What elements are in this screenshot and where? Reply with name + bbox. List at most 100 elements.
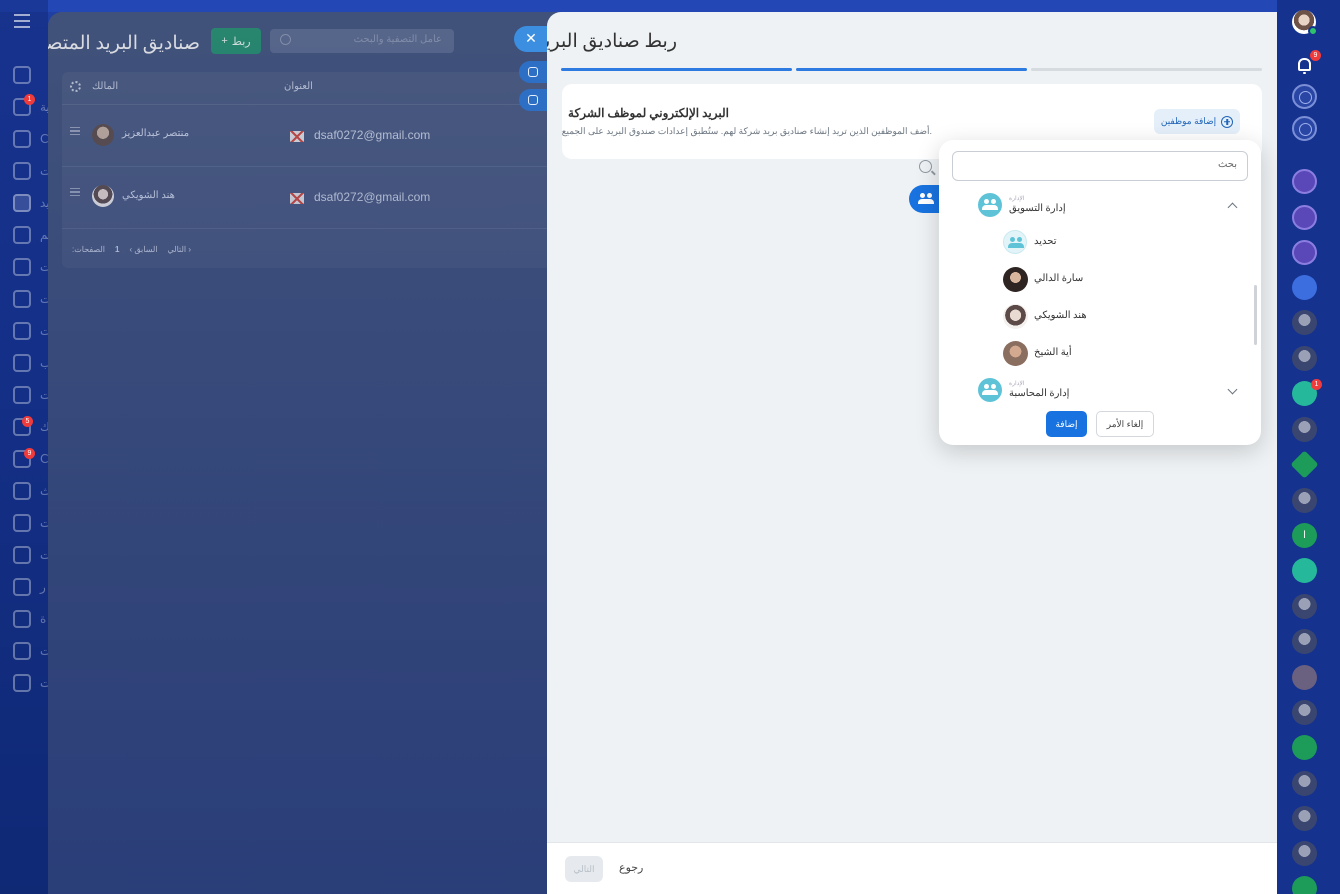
email-address[interactable]: dsaf0272@gmail.com	[314, 128, 430, 142]
employee-row[interactable]: سارة الدالي	[939, 263, 1261, 297]
menu-item-icon[interactable]	[13, 386, 31, 404]
contact-initials-avatar[interactable]: ا	[1292, 523, 1317, 548]
select-all-row[interactable]: تحديد	[939, 226, 1261, 260]
chat-avatar[interactable]	[1292, 488, 1317, 513]
menu-item-icon[interactable]	[13, 578, 31, 596]
menu-item-icon[interactable]	[13, 674, 31, 692]
menu-item-icon[interactable]	[13, 130, 31, 148]
menu-item-icon[interactable]	[13, 610, 31, 628]
menu-item-icon[interactable]	[13, 354, 31, 372]
mailboxes-table: المالك العنوان منتصر عبدالعزيز dsaf0272@…	[62, 72, 562, 268]
menu-item-icon[interactable]	[13, 226, 31, 244]
employee-row[interactable]: هند الشويكي	[939, 300, 1261, 334]
copilot-icon[interactable]	[1292, 84, 1317, 109]
add-employees-button[interactable]: إضافة موظفين	[1154, 109, 1240, 134]
filter-search-input[interactable]: عامل التصفية والبحث	[270, 29, 454, 53]
menu-item-icon[interactable]	[13, 642, 31, 660]
department-row[interactable]: الإدارة إدارة المحاسبة	[939, 374, 1261, 408]
chevron-down-icon[interactable]	[1227, 384, 1238, 395]
select-group-icon	[1003, 230, 1027, 254]
hexagon-icon[interactable]	[1290, 450, 1319, 479]
chevron-right-icon: ›	[188, 245, 192, 254]
search-input[interactable]: بحث	[952, 151, 1248, 181]
employee-selector-popup: بحث الإدارة إدارة التسويق تحديد سارة الد…	[939, 140, 1261, 445]
prev-page-label: السابق	[134, 245, 158, 254]
card-description: .أضف الموظفين الذين تريد إنشاء صناديق بر…	[561, 126, 932, 136]
close-icon[interactable]: ✕	[514, 26, 548, 52]
employee-name: أية الشيخ	[1034, 347, 1072, 358]
cancel-button[interactable]: إلغاء الأمر	[1096, 411, 1154, 437]
group-chat-icon[interactable]	[1292, 240, 1317, 265]
prev-page-link[interactable]: ‹ السابق	[129, 245, 157, 254]
employee-row[interactable]: أية الشيخ	[939, 337, 1261, 371]
chat-avatar[interactable]	[1292, 771, 1317, 796]
department-name: إدارة المحاسبة	[1009, 388, 1070, 399]
group-chat-icon[interactable]	[1292, 205, 1317, 230]
email-address[interactable]: dsaf0272@gmail.com	[314, 190, 430, 204]
page-title: ربط صناديق البريد	[547, 31, 677, 52]
department-name: إدارة التسويق	[1009, 203, 1066, 214]
wizard-progress	[561, 68, 1262, 71]
drag-handle-icon[interactable]	[70, 127, 80, 135]
department-row[interactable]: الإدارة إدارة التسويق	[939, 188, 1261, 222]
open-in-new-window-icon[interactable]	[519, 89, 548, 111]
document-chat-icon[interactable]	[1292, 558, 1317, 583]
menu-item-icon[interactable]	[13, 258, 31, 276]
plus-circle-icon	[1221, 115, 1234, 128]
department-icon	[978, 193, 1002, 217]
column-header-owner[interactable]: المالك	[92, 81, 118, 92]
owner-name[interactable]: هند الشويكي	[122, 190, 175, 201]
chat-avatar[interactable]	[1292, 700, 1317, 725]
connect-button-label: ربط	[231, 35, 251, 48]
menu-item-icon[interactable]	[13, 162, 31, 180]
next-page-link[interactable]: التالي ›	[168, 245, 192, 254]
menu-item-icon[interactable]	[13, 66, 31, 84]
chat-avatar[interactable]	[1292, 876, 1317, 894]
search-icon[interactable]	[919, 160, 932, 173]
menu-item-icon[interactable]	[13, 322, 31, 340]
drag-handle-icon[interactable]	[70, 188, 80, 196]
connected-mailboxes-panel: صناديق البريد المتصلة +ربط عامل التصفية …	[48, 12, 568, 894]
employee-group-chip[interactable]	[909, 185, 941, 213]
avatar	[1003, 304, 1028, 329]
next-button[interactable]: التالي	[565, 856, 603, 882]
chat-avatar[interactable]	[1292, 346, 1317, 371]
online-status-icon	[1308, 26, 1318, 36]
chevron-up-icon[interactable]	[1227, 202, 1238, 213]
page-number[interactable]: 1	[115, 245, 119, 254]
chat-avatar[interactable]	[1292, 594, 1317, 619]
owner-name[interactable]: منتصر عبدالعزيز	[122, 128, 189, 139]
menu-item-icon[interactable]	[13, 546, 31, 564]
bell-icon[interactable]	[1298, 58, 1311, 74]
menu-item-icon[interactable]	[13, 194, 31, 212]
add-employees-label: إضافة موظفين	[1160, 116, 1217, 126]
chat-avatar[interactable]	[1292, 629, 1317, 654]
chat-avatar[interactable]	[1292, 275, 1317, 300]
add-button[interactable]: إضافة	[1046, 411, 1087, 437]
menu-item-label: ة	[40, 612, 47, 626]
copy-link-icon[interactable]	[519, 61, 548, 83]
group-chat-icon[interactable]	[1292, 169, 1317, 194]
select-all-label: تحديد	[1034, 236, 1057, 247]
back-button[interactable]: رجوع	[619, 861, 643, 874]
menu-item-icon[interactable]	[13, 290, 31, 308]
chevron-left-icon: ‹	[129, 245, 133, 254]
chat-search-icon[interactable]	[1292, 116, 1317, 141]
right-sidebar: 9 1 ا	[1277, 0, 1340, 894]
column-header-address[interactable]: العنوان	[284, 81, 313, 92]
menu-icon[interactable]	[14, 14, 30, 28]
menu-item-label: ر	[40, 580, 46, 594]
menu-item-icon[interactable]	[13, 514, 31, 532]
chat-avatar[interactable]	[1292, 806, 1317, 831]
menu-item-icon[interactable]	[13, 482, 31, 500]
chat-avatar[interactable]	[1292, 841, 1317, 866]
chat-avatar[interactable]	[1292, 665, 1317, 690]
video-call-icon[interactable]	[1292, 735, 1317, 760]
scrollbar[interactable]	[1254, 285, 1257, 345]
employee-name: سارة الدالي	[1034, 273, 1084, 284]
gear-icon[interactable]	[70, 81, 81, 92]
connect-button[interactable]: + ربط	[211, 28, 261, 54]
chat-avatar[interactable]	[1292, 417, 1317, 442]
employee-name: هند الشويكي	[1034, 310, 1087, 321]
chat-avatar[interactable]	[1292, 310, 1317, 335]
